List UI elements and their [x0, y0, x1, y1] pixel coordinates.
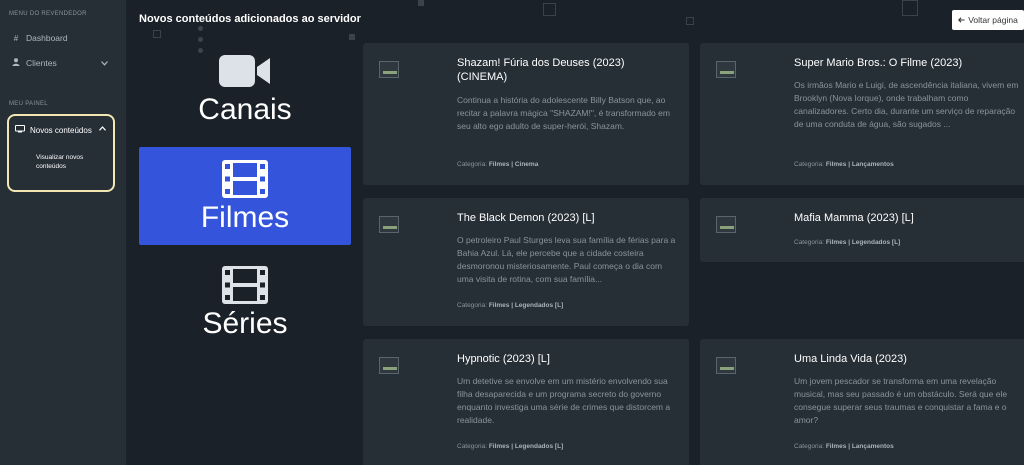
card-description: Os irmãos Mario e Luigi, de ascendência …	[794, 80, 1019, 129]
content-card[interactable]: Shazam! Fúria dos Deuses (2023) (CINEMA)…	[363, 43, 689, 185]
sidebar-item-label: Novos conteúdos	[30, 125, 92, 135]
chevron-up-icon[interactable]	[99, 126, 106, 133]
poster-thumbnail	[716, 61, 736, 78]
card-category: Categoria: Filmes | Legendados [L]	[457, 443, 564, 450]
poster-thumbnail	[716, 357, 736, 374]
card-description: Continua a história do adolescente Billy…	[457, 95, 670, 131]
sidebar-item-label: Dashboard	[26, 33, 68, 43]
category-label: Filmes	[200, 201, 290, 234]
content-card[interactable]: Uma Linda Vida (2023) Um jovem pescador …	[700, 339, 1024, 465]
card-title: Hypnotic (2023) [L]	[457, 353, 550, 365]
new-contents-group: Novos conteúdos Visualizar novos conteúd…	[7, 114, 115, 192]
category-canais[interactable]: Canais	[139, 39, 351, 137]
category-label: Séries	[202, 307, 288, 340]
card-description: Um jovem pescador se transforma em uma r…	[794, 376, 1008, 425]
card-title: The Black Demon (2023) [L]	[457, 212, 595, 224]
card-description: O petroleiro Paul Sturges leva sua famíl…	[457, 235, 676, 284]
card-category: Categoria: Filmes | Cinema	[457, 161, 539, 168]
back-button[interactable]: Voltar página	[952, 10, 1024, 30]
user-icon	[12, 58, 20, 68]
card-category: Categoria: Filmes | Legendados [L]	[794, 239, 901, 246]
content-card[interactable]: Mafia Mamma (2023) [L] Categoria: Filmes…	[700, 198, 1024, 262]
card-title: Shazam! Fúria dos Deuses (2023) (CINEMA)	[457, 57, 625, 83]
sidebar-subitem-view-new-contents[interactable]: Visualizar novos conteúdos	[36, 153, 106, 171]
main-content: Novos conteúdos adicionados ao servidor …	[126, 0, 1024, 465]
card-category: Categoria: Filmes | Lançamentos	[794, 443, 894, 450]
hash-icon: #	[13, 33, 19, 43]
category-filmes[interactable]: Filmes	[139, 147, 351, 245]
content-card[interactable]: The Black Demon (2023) [L] O petroleiro …	[363, 198, 689, 326]
arrow-left-icon	[958, 15, 965, 25]
category-label: Canais	[198, 93, 292, 126]
video-camera-icon	[218, 49, 272, 93]
decor-square	[686, 17, 694, 25]
content-card[interactable]: Hypnotic (2023) [L] Um detetive se envol…	[363, 339, 689, 465]
decor-square	[543, 3, 556, 16]
card-title: Super Mario Bros.: O Filme (2023)	[794, 57, 963, 69]
sidebar-item-dashboard[interactable]: # Dashboard	[12, 33, 68, 43]
poster-thumbnail	[379, 61, 399, 78]
section-panel-heading: MEU PAINEL	[9, 101, 48, 107]
back-button-label: Voltar página	[968, 15, 1018, 25]
sidebar-item-label: Clientes	[26, 58, 57, 68]
decor-square	[902, 0, 918, 16]
sidebar-item-clients[interactable]: Clientes	[12, 58, 57, 68]
section-reseller-heading: MENU DO REVENDEDOR	[9, 11, 87, 17]
poster-thumbnail	[379, 357, 399, 374]
content-card[interactable]: Super Mario Bros.: O Filme (2023) Os irm…	[700, 43, 1024, 185]
decor-square	[153, 30, 161, 38]
chevron-down-icon[interactable]	[101, 61, 108, 68]
decor-square	[418, 0, 424, 6]
category-series[interactable]: Séries	[139, 253, 351, 351]
sidebar: MENU DO REVENDEDOR # Dashboard Clientes …	[0, 0, 126, 465]
card-title: Uma Linda Vida (2023)	[794, 353, 907, 365]
page-title: Novos conteúdos adicionados ao servidor	[139, 13, 361, 25]
sidebar-item-new-contents[interactable]: Novos conteúdos	[15, 125, 92, 135]
poster-thumbnail	[379, 216, 399, 233]
card-category: Categoria: Filmes | Lançamentos	[794, 161, 894, 168]
card-category: Categoria: Filmes | Legendados [L]	[457, 302, 564, 309]
card-description: Um detetive se envolve em um mistério en…	[457, 376, 671, 425]
card-title: Mafia Mamma (2023) [L]	[794, 212, 914, 224]
film-icon	[221, 157, 269, 201]
film-icon	[221, 263, 269, 307]
poster-thumbnail	[716, 216, 736, 233]
monitor-icon	[15, 125, 25, 135]
